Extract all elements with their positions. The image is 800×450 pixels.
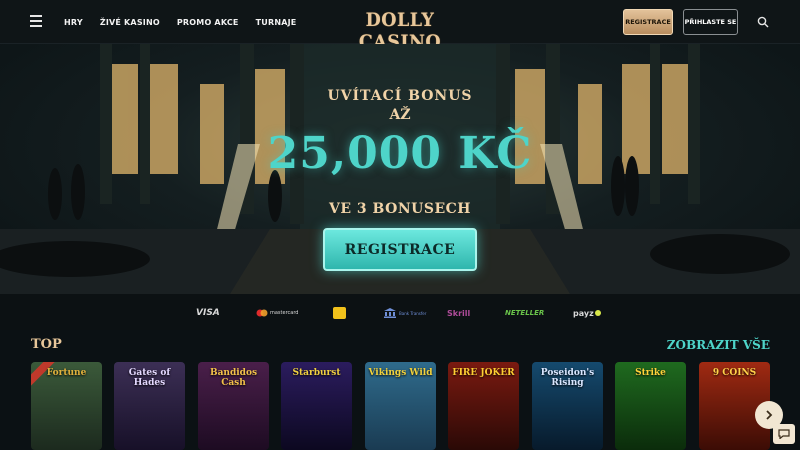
- bonus-amount: 25,000 KČ: [267, 128, 533, 179]
- payment-visa: VISA: [196, 308, 220, 318]
- header: HRY ŽIVÉ KASINO PROMO AKCE TURNAJE DOLLY…: [0, 0, 800, 53]
- game-tile[interactable]: Starburst: [281, 362, 352, 450]
- game-title: 9 COINS: [712, 368, 757, 378]
- game-tile[interactable]: Vikings Wild: [365, 362, 436, 450]
- game-tile[interactable]: Bandidos Cash: [198, 362, 269, 450]
- payment-payz: payz: [573, 306, 601, 320]
- payment-bank-transfer: Bank Transfer: [384, 306, 426, 320]
- game-title: Gates of Hades: [128, 368, 171, 388]
- game-title: Starburst: [292, 368, 341, 378]
- nav-tournaments[interactable]: TURNAJE: [256, 18, 297, 27]
- game-title: FIRE JOKER: [452, 368, 515, 378]
- game-title: Fortune: [46, 368, 87, 378]
- register-button[interactable]: REGISTRACE: [623, 9, 673, 35]
- hero-register-button[interactable]: REGISTRACE: [323, 228, 477, 271]
- chat-button[interactable]: [773, 424, 795, 444]
- chevron-right-icon: [766, 410, 773, 420]
- login-button[interactable]: PŘIHLASTE SE: [683, 9, 738, 35]
- game-title: Poseidon's Rising: [540, 368, 595, 388]
- game-tile[interactable]: Fortune: [31, 362, 102, 450]
- game-tile[interactable]: Poseidon's Rising: [532, 362, 603, 450]
- bonus-line-1: UVÍTACÍ BONUS: [327, 88, 473, 104]
- game-tile[interactable]: FIRE JOKER: [448, 362, 519, 450]
- payment-neteller: NETELLER: [505, 309, 545, 317]
- bonus-line-3: VE 3 BONUSECH: [329, 201, 471, 217]
- nav-promotions[interactable]: PROMO AKCE: [177, 18, 239, 27]
- game-title: Strike: [635, 368, 666, 378]
- game-title: Bandidos Cash: [209, 368, 258, 388]
- payz-dot-icon: [594, 310, 601, 316]
- bank-icon: [384, 308, 396, 318]
- hamburger-icon[interactable]: [30, 15, 42, 27]
- payment-paysafecard: [333, 306, 346, 320]
- nav-live-casino[interactable]: ŽIVÉ KASINO: [100, 18, 160, 27]
- game-tile[interactable]: Gates of Hades: [114, 362, 185, 450]
- chat-icon: [778, 429, 790, 439]
- mastercard-icon: [256, 309, 268, 317]
- main-nav: HRY ŽIVÉ KASINO PROMO AKCE TURNAJE: [64, 0, 296, 44]
- game-title: Vikings Wild: [368, 368, 433, 378]
- search-icon[interactable]: [757, 16, 769, 28]
- section-title-top: TOP: [31, 337, 62, 352]
- game-tile[interactable]: Strike: [615, 362, 686, 450]
- payment-skrill: Skrill: [447, 308, 471, 318]
- payment-mastercard: mastercard: [256, 306, 298, 320]
- nav-games[interactable]: HRY: [64, 18, 83, 27]
- paysafecard-icon: [333, 307, 346, 319]
- view-all-link[interactable]: ZOBRAZIT VŠE: [660, 338, 770, 352]
- bonus-line-2: AŽ: [389, 107, 411, 123]
